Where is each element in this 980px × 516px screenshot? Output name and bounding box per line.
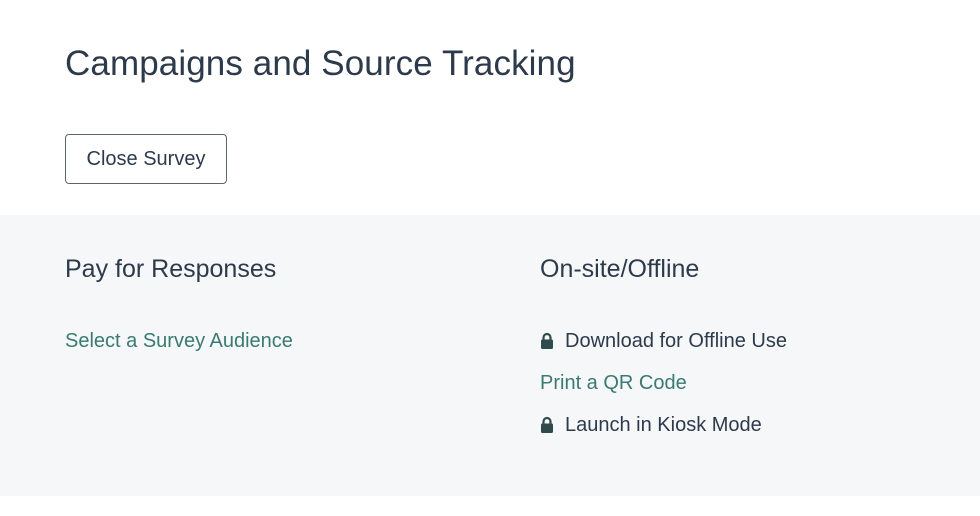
print-qr-code-link[interactable]: Print a QR Code — [540, 369, 687, 397]
page-title: Campaigns and Source Tracking — [65, 44, 576, 83]
close-survey-button[interactable]: Close Survey — [65, 134, 227, 184]
download-offline-label: Download for Offline Use — [565, 329, 787, 352]
lock-icon — [540, 332, 554, 350]
header-area: Campaigns and Source Tracking Close Surv… — [0, 0, 980, 215]
onsite-offline-heading: On-site/Offline — [540, 255, 700, 283]
lock-icon — [540, 416, 554, 434]
launch-kiosk-mode-option[interactable]: Launch in Kiosk Mode — [540, 411, 762, 439]
pay-for-responses-heading: Pay for Responses — [65, 255, 277, 283]
select-survey-audience-label: Select a Survey Audience — [65, 329, 293, 352]
campaigns-page: Campaigns and Source Tracking Close Surv… — [0, 0, 980, 516]
download-offline-option[interactable]: Download for Offline Use — [540, 327, 787, 355]
launch-kiosk-mode-label: Launch in Kiosk Mode — [565, 413, 762, 436]
select-survey-audience-link[interactable]: Select a Survey Audience — [65, 327, 293, 355]
distribution-options-panel: Pay for Responses Select a Survey Audien… — [0, 215, 980, 496]
print-qr-code-label: Print a QR Code — [540, 371, 687, 394]
footer-spacer — [0, 496, 980, 516]
